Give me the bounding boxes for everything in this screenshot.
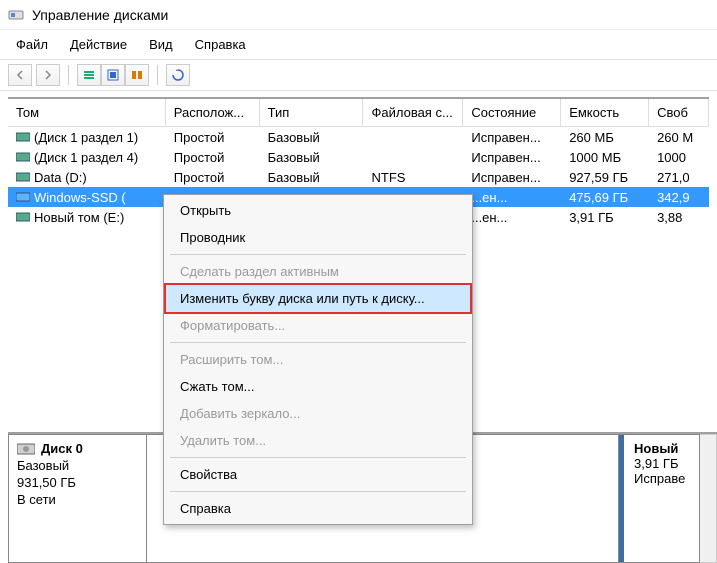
cm-make-active: Сделать раздел активным: [166, 258, 470, 285]
cell-capacity: 927,59 ГБ: [561, 169, 649, 186]
disk-icon: [17, 442, 35, 456]
cell-free: 3,88: [649, 209, 709, 226]
volume-name: Windows-SSD (: [34, 190, 126, 205]
cell-layout: Простой: [166, 129, 260, 146]
cell-status: Исправен...: [463, 129, 561, 146]
cm-add-mirror: Добавить зеркало...: [166, 400, 470, 427]
table-row[interactable]: Data (D:) ПростойБазовыйNTFSИсправен...92…: [8, 167, 709, 187]
toolbar: [0, 59, 717, 91]
disk-name-row: Диск 0: [17, 441, 138, 456]
menu-help[interactable]: Справка: [185, 34, 256, 55]
col-volume[interactable]: Том: [8, 99, 166, 126]
col-type[interactable]: Тип: [260, 99, 364, 126]
volume-icon: [16, 132, 30, 142]
cm-separator: [170, 342, 466, 343]
window-title: Управление дисками: [32, 7, 168, 23]
cm-delete: Удалить том...: [166, 427, 470, 454]
partition-health: Исправе: [634, 471, 689, 486]
cell-capacity: 475,69 ГБ: [561, 189, 649, 206]
cm-explorer[interactable]: Проводник: [166, 224, 470, 251]
cell-capacity: 260 МБ: [561, 129, 649, 146]
col-status[interactable]: Состояние: [463, 99, 561, 126]
view-graphical-button[interactable]: [101, 64, 125, 86]
disk-info[interactable]: Диск 0 Базовый 931,50 ГБ В сети: [8, 434, 146, 563]
cell-type: Базовый: [260, 149, 364, 166]
cm-shrink[interactable]: Сжать том...: [166, 373, 470, 400]
col-filesystem[interactable]: Файловая с...: [363, 99, 463, 126]
nav-back-button[interactable]: [8, 64, 32, 86]
context-menu: Открыть Проводник Сделать раздел активны…: [163, 194, 473, 525]
col-capacity[interactable]: Емкость: [561, 99, 649, 126]
volume-name: Новый том (E:): [34, 210, 124, 225]
cm-format: Форматировать...: [166, 312, 470, 339]
menu-file[interactable]: Файл: [6, 34, 58, 55]
cell-type: Базовый: [260, 129, 364, 146]
cm-open[interactable]: Открыть: [166, 197, 470, 224]
volume-name: (Диск 1 раздел 1): [34, 130, 138, 145]
volume-icon: [16, 152, 30, 162]
cell-status: Исправен...: [463, 149, 561, 166]
disk-name: Диск 0: [41, 441, 83, 456]
cm-separator: [170, 491, 466, 492]
refresh-button[interactable]: [166, 64, 190, 86]
cell-capacity: 1000 МБ: [561, 149, 649, 166]
cell-status: ...ен...: [463, 189, 561, 206]
menu-action[interactable]: Действие: [60, 34, 137, 55]
titlebar: Управление дисками: [0, 0, 717, 30]
volume-name: Data (D:): [34, 170, 87, 185]
cell-type: Базовый: [260, 169, 364, 186]
cell-free: 1000: [649, 149, 709, 166]
cell-layout: Простой: [166, 169, 260, 186]
table-header-row: Том Располож... Тип Файловая с... Состоя…: [8, 99, 709, 127]
table-row[interactable]: (Диск 1 раздел 1) ПростойБазовый Исправен.…: [8, 127, 709, 147]
cell-capacity: 3,91 ГБ: [561, 209, 649, 226]
cell-status: Исправен...: [463, 169, 561, 186]
cm-change-letter[interactable]: Изменить букву диска или путь к диску...: [164, 283, 472, 314]
view-list-button[interactable]: [77, 64, 101, 86]
disk-mgmt-icon: [8, 7, 24, 23]
partition-block[interactable]: Новый 3,91 ГБ Исправе: [619, 435, 699, 562]
menu-view[interactable]: Вид: [139, 34, 183, 55]
cell-fs: [363, 156, 463, 158]
col-layout[interactable]: Располож...: [166, 99, 260, 126]
volume-icon: [16, 172, 30, 182]
disk-type: Базовый: [17, 458, 138, 473]
cm-extend: Расширить том...: [166, 346, 470, 373]
volume-icon: [16, 212, 30, 222]
cell-fs: [363, 136, 463, 138]
cm-separator: [170, 457, 466, 458]
partition-size: 3,91 ГБ: [634, 456, 689, 471]
cell-free: 260 М: [649, 129, 709, 146]
menubar: Файл Действие Вид Справка: [0, 30, 717, 59]
cell-free: 271,0: [649, 169, 709, 186]
disk-size: 931,50 ГБ: [17, 475, 138, 490]
cm-properties[interactable]: Свойства: [166, 461, 470, 488]
toolbar-separator: [157, 65, 158, 85]
partition-name: Новый: [634, 441, 689, 456]
view-settings-button[interactable]: [125, 64, 149, 86]
disk-status: В сети: [17, 492, 138, 507]
volume-name: (Диск 1 раздел 4): [34, 150, 138, 165]
cm-help[interactable]: Справка: [166, 495, 470, 522]
cell-layout: Простой: [166, 149, 260, 166]
volume-icon: [16, 192, 30, 202]
cell-free: 342,9: [649, 189, 709, 206]
toolbar-separator: [68, 65, 69, 85]
cm-separator: [170, 254, 466, 255]
cell-fs: NTFS: [363, 169, 463, 186]
table-row[interactable]: (Диск 1 раздел 4) ПростойБазовый Исправен.…: [8, 147, 709, 167]
col-free[interactable]: Своб: [649, 99, 709, 126]
nav-fwd-button[interactable]: [36, 64, 60, 86]
cell-status: ...ен...: [463, 209, 561, 226]
vertical-scrollbar[interactable]: [700, 434, 717, 563]
